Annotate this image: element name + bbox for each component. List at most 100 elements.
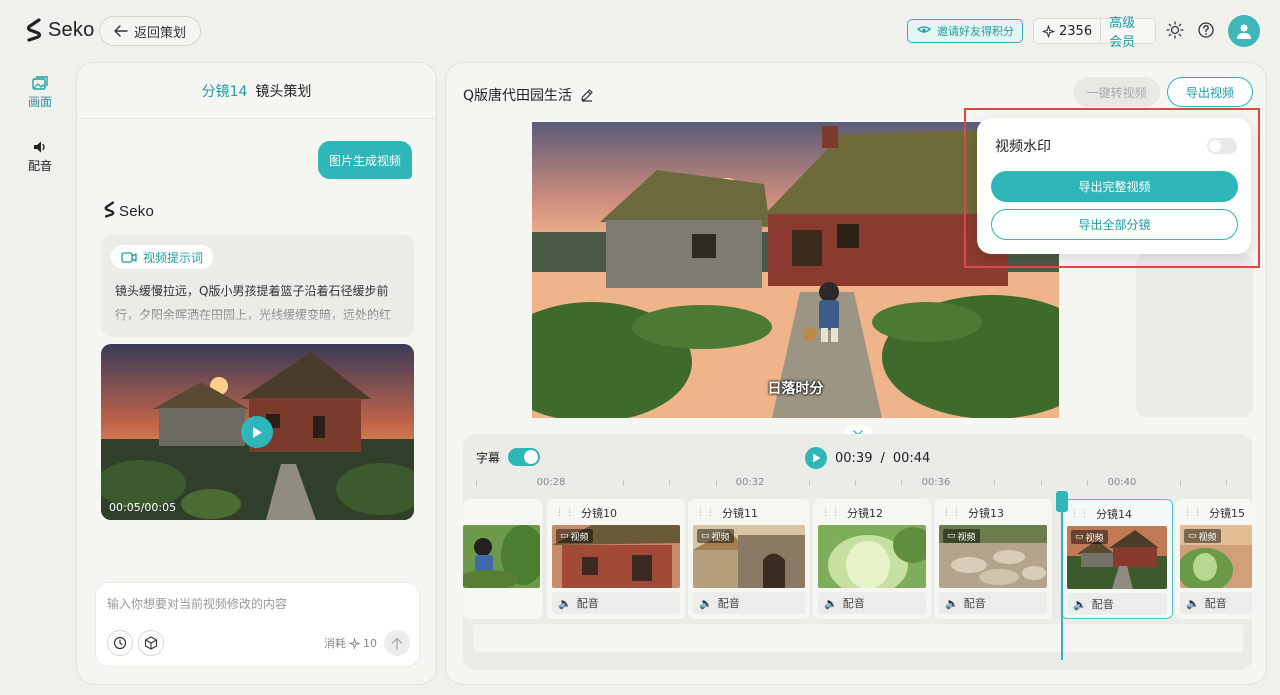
prompt-tag-label: 视频提示词 (143, 250, 204, 265)
clip-thumbnail: ▭ 视频 (1067, 526, 1167, 589)
video-camera-icon: ▭ (701, 531, 710, 541)
timeline-clip[interactable] (463, 499, 542, 619)
video-camera-icon: ▭ (1188, 531, 1197, 541)
play-button[interactable] (241, 416, 273, 448)
cost-label: 消耗 (324, 637, 346, 650)
play-icon (253, 426, 262, 438)
history-button[interactable] (107, 630, 133, 656)
video-duration: 00:05/00:05 (109, 501, 177, 514)
drag-handle-icon[interactable]: ⋮⋮ (696, 508, 716, 518)
clip-voiceover[interactable]: 🔈 配音 (552, 592, 680, 614)
ruler-tick (623, 480, 624, 486)
clip-voiceover[interactable]: 🔈 配音 (693, 592, 805, 614)
clip-video-badge: ▭ 视频 (943, 529, 980, 543)
rail-label-image: 画面 (27, 95, 52, 109)
cost-indicator: 消耗 10 (324, 635, 377, 651)
timeline-clip-shot15[interactable]: ⋮⋮ 分镜15 ▭ 视频 🔈 配音 (1175, 499, 1252, 619)
prompt-fade (101, 297, 414, 337)
credits-box[interactable]: 2356 高级会员 (1033, 16, 1156, 50)
clip-video-badge: ▭ 视频 (1184, 529, 1221, 543)
speaker-icon: 🔈 (824, 596, 838, 610)
current-time: 00:39 (835, 450, 873, 466)
model-select-button[interactable] (138, 630, 164, 656)
seko-logo-icon (26, 18, 42, 42)
export-full-video-button[interactable]: 导出完整视频 (991, 171, 1238, 202)
drag-handle-icon[interactable]: ⋮⋮ (555, 508, 575, 518)
watermark-row: 视频水印 (995, 136, 1237, 156)
clip-name: 分镜11 (722, 507, 758, 520)
watermark-toggle[interactable] (1207, 138, 1237, 154)
invite-friends-button[interactable]: 邀请好友得积分 (907, 19, 1023, 43)
send-button[interactable] (384, 630, 410, 656)
clip-name: 分镜10 (581, 507, 617, 520)
ruler-tick (994, 480, 995, 486)
empty-track[interactable] (473, 624, 1243, 652)
export-all-shots-button[interactable]: 导出全部分镜 (991, 209, 1238, 240)
drag-handle-icon[interactable]: ⋮⋮ (821, 508, 841, 518)
timeline-clip-shot11[interactable]: ⋮⋮ 分镜11 ▭ 视频 🔈 配音 (688, 499, 810, 619)
timeline-play-button[interactable] (805, 447, 827, 469)
rail-item-image[interactable]: 画面 (22, 76, 58, 110)
cube-icon (144, 636, 158, 650)
timeline-clip-shot13[interactable]: ⋮⋮ 分镜13 ▭ 视频 🔈 配音 (934, 499, 1052, 619)
credits-count: 2356 (1034, 19, 1102, 43)
timeline-clip-shot10[interactable]: ⋮⋮ 分镜10 ▭ 视频 🔈 配音 (547, 499, 685, 619)
speaker-icon: 🔈 (699, 596, 713, 610)
subtitle-toggle-label: 字幕 (476, 450, 501, 465)
timeline-clip-shot14[interactable]: ⋮⋮ 分镜14 ▭ 视频 🔈 配音 (1061, 499, 1173, 619)
playhead-handle[interactable] (1056, 491, 1068, 512)
generated-video-thumbnail[interactable]: 00:05/00:05 (101, 344, 414, 520)
playhead-line (1061, 491, 1063, 660)
app-logo[interactable]: Seko (26, 18, 94, 42)
clip-thumbnail: ▭ 视频 (939, 525, 1047, 588)
sun-icon[interactable] (1166, 21, 1184, 39)
user-icon (1237, 24, 1251, 39)
help-icon[interactable] (1197, 21, 1215, 39)
ruler-tick (669, 480, 670, 486)
clip-voiceover[interactable]: 🔈 配音 (1180, 592, 1252, 614)
clip-header: ⋮⋮ 分镜13 (942, 505, 1004, 521)
clip-voiceover[interactable]: 🔈 配音 (1067, 593, 1167, 615)
subtitle-toggle[interactable] (508, 448, 541, 466)
shot-planning-panel: 分镜14 镜头策划 图片生成视频 Seko 视频提示词 镜头缓慢拉远，Q版小男孩… (76, 62, 437, 685)
edit-input-box[interactable]: 输入你想要对当前视频修改的内容 消耗 10 (95, 582, 420, 667)
rail-item-voiceover[interactable]: 配音 (22, 140, 58, 174)
one-click-convert-button[interactable]: 一键转视频 (1073, 77, 1160, 107)
edit-input-placeholder[interactable]: 输入你想要对当前视频修改的内容 (107, 595, 287, 612)
timeline-clip-shot12[interactable]: ⋮⋮ 分镜12 🔈 配音 (813, 499, 931, 619)
speaker-icon: 🔈 (558, 596, 572, 610)
assistant-name: Seko (119, 203, 154, 220)
gift-icon (916, 26, 932, 33)
project-title-text: Q版唐代田园生活 (463, 88, 573, 104)
image-icon (32, 76, 48, 90)
top-bar: Seko 返回策划 邀请好友得积分 2356 高级会员 (0, 0, 1280, 62)
edit-pencil-icon[interactable] (580, 88, 594, 102)
time-ruler[interactable]: 00:28 00:32 00:36 00:40 (463, 474, 1252, 494)
clip-badge-label: 视频 (711, 532, 730, 543)
shot-number: 分镜14 (201, 83, 248, 100)
ruler-label: 00:28 (536, 477, 566, 488)
video-prompt-card[interactable]: 视频提示词 镜头缓慢拉远，Q版小男孩提着篮子沿着石径缓步前行，夕阳余晖洒在田园上… (101, 235, 414, 337)
clip-name: 分镜14 (1096, 508, 1132, 521)
voiceover-label: 配音 (1091, 598, 1114, 611)
user-avatar[interactable] (1228, 15, 1260, 47)
drag-handle-icon[interactable]: ⋮⋮ (1070, 509, 1090, 519)
clip-thumbnail: ▭ 视频 (1180, 525, 1252, 588)
clip-badge-label: 视频 (1198, 532, 1217, 543)
subtitle-toggle-row: 字幕 (476, 448, 541, 466)
back-to-planning-button[interactable]: 返回策划 (99, 16, 202, 46)
clock-icon (113, 636, 127, 650)
clip-thumbnail: ▭ 视频 (552, 525, 680, 588)
ruler-tick (476, 480, 477, 486)
clip-voiceover[interactable]: 🔈 配音 (939, 592, 1047, 614)
clip-thumbnail (463, 525, 540, 588)
ruler-tick (1226, 480, 1227, 486)
export-video-button[interactable]: 导出视频 (1167, 77, 1253, 107)
clip-voiceover[interactable]: 🔈 配音 (818, 592, 926, 614)
video-camera-icon (121, 251, 137, 263)
drag-handle-icon[interactable]: ⋮⋮ (1183, 508, 1203, 518)
membership-badge[interactable]: 高级会员 (1101, 12, 1155, 50)
clip-badge-label: 视频 (957, 532, 976, 543)
voiceover-label: 配音 (963, 597, 986, 610)
drag-handle-icon[interactable]: ⋮⋮ (942, 508, 962, 518)
